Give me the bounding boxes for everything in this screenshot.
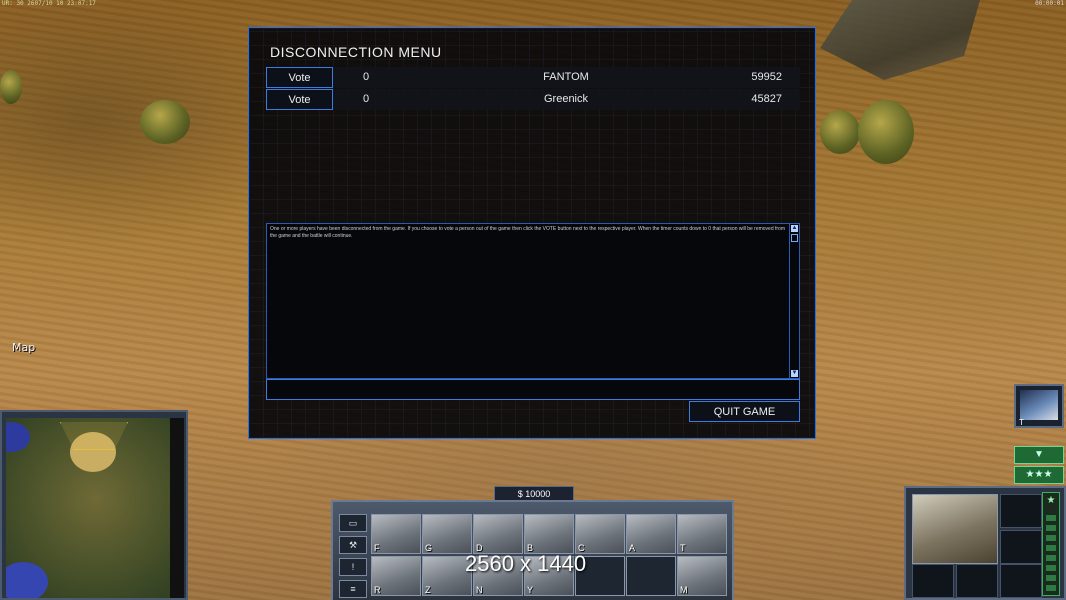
hotkey-label: T: [1019, 418, 1024, 427]
rank-stars-icon[interactable]: ★★★: [1014, 466, 1064, 484]
options-icon[interactable]: ≡: [339, 580, 367, 598]
build-slot-empty: [626, 556, 676, 596]
build-slot[interactable]: B: [524, 514, 574, 554]
experience-segment: [1046, 515, 1056, 521]
experience-segment: [1046, 555, 1056, 561]
build-slot[interactable]: A: [626, 514, 676, 554]
message-scrollbar[interactable]: ▲ ▼: [789, 224, 799, 378]
vote-count: 0: [363, 71, 370, 83]
unit-slot: [1000, 564, 1042, 598]
hotkey-label: R: [374, 585, 381, 595]
scroll-up-icon[interactable]: ▲: [791, 225, 798, 232]
minimap[interactable]: [6, 418, 170, 598]
alert-icon[interactable]: !: [339, 558, 367, 576]
player-ping: 45827: [751, 93, 782, 105]
disconnect-message: One or more players have been disconnect…: [270, 226, 786, 239]
minimap-side-panel: [170, 418, 184, 598]
player-row: Vote 0 Greenick 45827: [266, 89, 800, 110]
enemy-base-structure: [820, 0, 980, 80]
vote-button[interactable]: Vote: [266, 67, 333, 88]
experience-segment: [1046, 585, 1056, 591]
build-slot[interactable]: M: [677, 556, 727, 596]
player-name: Greenick: [543, 93, 589, 105]
experience-segment: [1046, 565, 1056, 571]
hotkey-label: N: [476, 585, 483, 595]
chat-input[interactable]: [266, 379, 800, 400]
unit-slot: [956, 564, 998, 598]
message-box: One or more players have been disconnect…: [266, 223, 800, 379]
vote-count: 0: [363, 93, 370, 105]
player-row: Vote 0 FANTOM 59952: [266, 67, 800, 88]
rank-star-icon: ★: [1046, 495, 1056, 506]
hotkey-label: F: [374, 543, 380, 553]
unit-slot: [1000, 494, 1042, 528]
vote-button[interactable]: Vote: [266, 89, 333, 110]
unit-slot: [1000, 530, 1042, 564]
selected-unit-panel: ★: [904, 486, 1066, 600]
map-label: Map: [12, 341, 36, 354]
hotkey-label: T: [680, 543, 686, 553]
minimap-frame: [0, 410, 188, 600]
generals-power-button[interactable]: T: [1014, 384, 1064, 428]
unit-portrait[interactable]: [912, 494, 998, 564]
hotkey-label: Z: [425, 585, 431, 595]
hotkey-label: A: [629, 543, 636, 553]
build-slot[interactable]: R: [371, 556, 421, 596]
build-slot[interactable]: T: [677, 514, 727, 554]
top-status-bar: UR: 30 2607/10 10 23:07:17 00:00:01: [0, 0, 1066, 8]
game-timer: 00:00:01: [1035, 0, 1064, 7]
hotkey-label: G: [425, 543, 433, 553]
tree: [820, 110, 860, 154]
build-slot[interactable]: G: [422, 514, 472, 554]
dialog-title: DISCONNECTION MENU: [270, 44, 442, 60]
command-bar: ▭ ⚒ ! ≡ F G D B C A T R Z N Y M: [331, 500, 734, 600]
unit-slot: [912, 564, 954, 598]
disconnection-dialog: DISCONNECTION MENU Vote 0 FANTOM 59952 V…: [248, 27, 816, 439]
hotkey-label: Y: [527, 585, 534, 595]
tree: [140, 100, 190, 144]
build-slot[interactable]: D: [473, 514, 523, 554]
hotkey-label: M: [680, 585, 688, 595]
experience-segment: [1046, 575, 1056, 581]
resolution-overlay: 2560 x 1440: [465, 551, 587, 576]
minimap-water: [6, 422, 30, 452]
frame-info: UR: 30 2607/10 10 23:07:17: [2, 0, 96, 7]
windows-icon[interactable]: ▭: [339, 514, 367, 532]
experience-segment: [1046, 545, 1056, 551]
tree: [858, 100, 914, 164]
scroll-down-icon[interactable]: ▼: [791, 370, 798, 377]
wrench-icon[interactable]: ⚒: [339, 536, 367, 554]
scroll-thumb[interactable]: [791, 234, 798, 242]
satellite-icon: [1020, 390, 1058, 420]
experience-segment: [1046, 525, 1056, 531]
quit-game-button[interactable]: QUIT GAME: [689, 401, 800, 422]
build-slot[interactable]: C: [575, 514, 625, 554]
command-side-buttons: ▭ ⚒ ! ≡: [339, 514, 367, 600]
player-ping: 59952: [751, 71, 782, 83]
chevron-down-icon[interactable]: ▼: [1014, 446, 1064, 464]
build-slot[interactable]: F: [371, 514, 421, 554]
experience-bar: ★: [1042, 492, 1060, 596]
experience-segment: [1046, 535, 1056, 541]
minimap-water: [6, 562, 48, 598]
player-name: FANTOM: [543, 71, 589, 83]
tree: [0, 70, 22, 104]
